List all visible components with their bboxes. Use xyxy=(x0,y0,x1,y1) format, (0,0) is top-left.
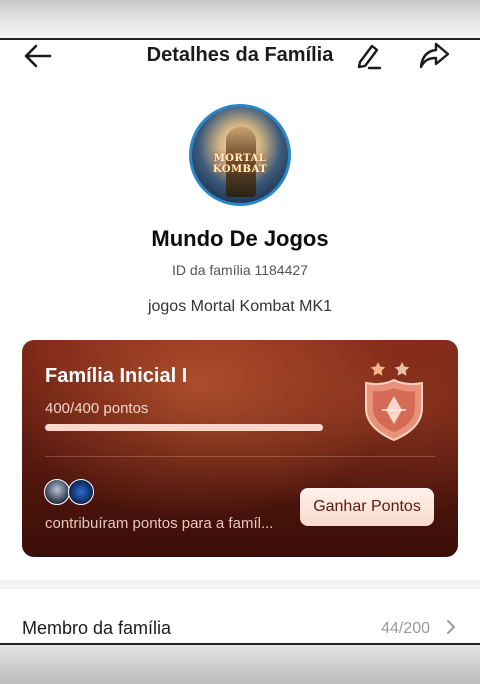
card-divider xyxy=(45,456,435,457)
family-details-screen: Detalhes da Família MORTAL KOMBAT Mundo … xyxy=(0,40,480,643)
section-separator xyxy=(0,580,480,589)
top-bar: Detalhes da Família xyxy=(0,40,480,80)
avatar-logo-text: MORTAL KOMBAT xyxy=(212,153,268,175)
chevron-right-icon xyxy=(447,620,455,634)
family-description: jogos Mortal Kombat MK1 xyxy=(147,298,333,315)
avatar xyxy=(68,479,94,505)
earn-points-button[interactable]: Ganhar Pontos xyxy=(300,488,434,526)
star-icon xyxy=(394,362,410,376)
level-points: 400/400 pontos xyxy=(45,400,149,417)
avatar xyxy=(44,479,70,505)
family-avatar[interactable]: MORTAL KOMBAT xyxy=(189,104,291,206)
members-label: Membro da família xyxy=(22,618,172,638)
members-count: 44/200 xyxy=(381,620,430,637)
pencil-icon[interactable] xyxy=(352,40,384,72)
contributors-text: contribuíram pontos para a famíl... xyxy=(45,515,274,532)
shield-badge-icon xyxy=(365,362,423,442)
family-id: ID da família 1184427 xyxy=(172,262,308,278)
level-progress-fill xyxy=(45,424,323,431)
family-level-card[interactable]: Família Inicial I 400/400 pontos contrib… xyxy=(22,340,458,557)
video-frame-bottom xyxy=(0,643,480,684)
family-name: Mundo De Jogos xyxy=(151,226,329,251)
star-icon xyxy=(370,362,386,376)
video-frame-top xyxy=(0,0,480,40)
share-arrow-icon[interactable] xyxy=(417,40,451,72)
level-progress-bar xyxy=(45,424,323,431)
level-name: Família Inicial I xyxy=(45,365,188,387)
family-members-row[interactable]: Membro da família 44/200 xyxy=(0,602,480,642)
page-title: Detalhes da Família xyxy=(146,44,334,66)
contributor-avatars[interactable] xyxy=(44,479,100,507)
